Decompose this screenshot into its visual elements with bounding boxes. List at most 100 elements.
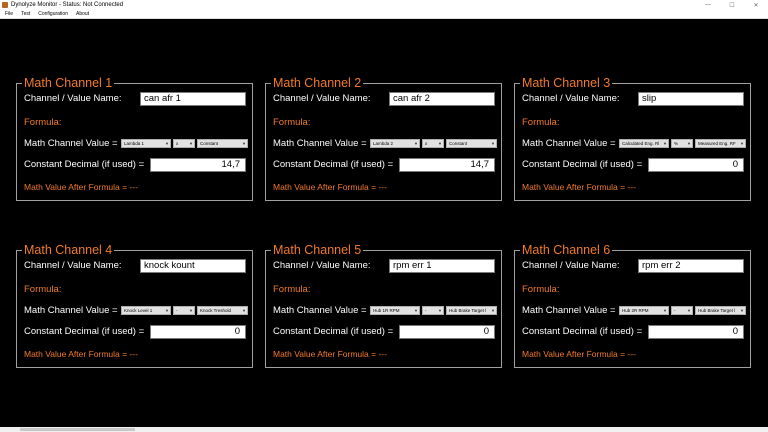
operator-select[interactable]: % ▼ [671,139,693,148]
math-value-result: Math Value After Formula = --- [24,182,138,192]
math-channel-3-group: Math Channel 3 Channel / Value Name: sli… [514,75,751,201]
group-title: Math Channel 2 [271,75,364,91]
channel-name-input[interactable]: rpm err 1 [389,259,495,273]
menu-configuration[interactable]: Configuration [38,11,68,17]
menu-file[interactable]: File [5,11,13,17]
channel-name-input[interactable]: slip [638,92,744,106]
source-channel-value: Hub 1R RPM [373,308,400,313]
constant-label: Constant Decimal (if used) = [24,326,145,337]
channel-name-input[interactable]: knock kount [140,259,246,273]
source-channel-select[interactable]: Lambda 2 ▼ [370,139,420,148]
math-value-label: Math Channel Value = [522,138,616,149]
operator-value: x [425,141,428,146]
operand-value: Knock Treshold [200,308,232,313]
operator-select[interactable]: x ▼ [173,139,195,148]
chevron-down-icon: ▼ [189,308,193,313]
math-value-label: Math Channel Value = [522,305,616,316]
title-bar: Dynolyze Monitor - Status: Not Connected… [0,0,768,10]
operand-select[interactable]: Constant ▼ [197,139,248,148]
source-channel-select[interactable]: Knock Level 1 ▼ [121,306,171,315]
source-channel-value: Hub 2R RPM [622,308,649,313]
channel-name-input[interactable]: can afr 2 [389,92,495,106]
formula-label: Formula: [273,284,311,295]
formula-label: Formula: [522,117,560,128]
operator-select[interactable]: - ▼ [422,306,444,315]
operator-value: % [674,141,679,146]
constant-label: Constant Decimal (if used) = [522,159,643,170]
operator-select[interactable]: - ▼ [671,306,693,315]
math-channel-1-group: Math Channel 1 Channel / Value Name: can… [16,75,253,201]
group-title: Math Channel 5 [271,242,364,258]
math-value-result: Math Value After Formula = --- [522,182,636,192]
constant-label: Constant Decimal (if used) = [522,326,643,337]
formula-label: Formula: [522,284,560,295]
operator-value: x [176,141,179,146]
constant-input[interactable]: 0 [648,325,744,339]
operator-select[interactable]: x ▼ [422,139,444,148]
operand-select[interactable]: Hub Brake Target l ▼ [446,306,497,315]
group-title: Math Channel 6 [520,242,613,258]
menu-about[interactable]: About [76,11,89,17]
math-value-label: Math Channel Value = [24,305,118,316]
channel-name-label: Channel / Value Name: [24,93,122,104]
chevron-down-icon: ▼ [242,308,246,313]
scrollbar-thumb[interactable] [20,428,135,431]
horizontal-scrollbar[interactable] [0,427,768,432]
chevron-down-icon: ▼ [491,308,495,313]
constant-input[interactable]: 14,7 [399,158,495,172]
constant-input[interactable]: 0 [648,158,744,172]
math-channel-6-group: Math Channel 6 Channel / Value Name: rpm… [514,242,751,368]
menu-test[interactable]: Test [21,11,30,17]
chevron-down-icon: ▼ [438,141,442,146]
math-channel-5-group: Math Channel 5 Channel / Value Name: rpm… [265,242,502,368]
chevron-down-icon: ▼ [165,141,169,146]
chevron-down-icon: ▼ [242,141,246,146]
math-value-label: Math Channel Value = [273,138,367,149]
constant-label: Constant Decimal (if used) = [273,159,394,170]
math-value-result: Math Value After Formula = --- [522,349,636,359]
operand-select[interactable]: Hub Brake Target l ▼ [695,306,746,315]
maximize-button[interactable]: ☐ [720,2,744,9]
constant-input[interactable]: 0 [399,325,495,339]
menu-bar: File Test Configuration About [0,10,768,19]
math-value-result: Math Value After Formula = --- [24,349,138,359]
channel-name-input[interactable]: rpm err 2 [638,259,744,273]
channel-name-input[interactable]: can afr 1 [140,92,246,106]
source-channel-select[interactable]: Lambda 1 ▼ [121,139,171,148]
source-channel-select[interactable]: Hub 2R RPM ▼ [619,306,669,315]
constant-input[interactable]: 14,7 [150,158,246,172]
constant-label: Constant Decimal (if used) = [273,326,394,337]
operand-select[interactable]: Knock Treshold ▼ [197,306,248,315]
source-channel-value: Knock Level 1 [124,308,153,313]
source-channel-select[interactable]: Hub 1R RPM ▼ [370,306,420,315]
math-channel-2-group: Math Channel 2 Channel / Value Name: can… [265,75,502,201]
operand-value: Measured Eng. RF [698,141,736,146]
source-channel-value: Calculated Eng. Rl [622,141,660,146]
channel-name-label: Channel / Value Name: [522,260,620,271]
chevron-down-icon: ▼ [414,308,418,313]
minimize-button[interactable]: — [696,2,720,9]
close-button[interactable]: ✕ [744,2,768,9]
operator-value: - [176,308,178,313]
math-value-label: Math Channel Value = [24,138,118,149]
operand-value: Hub Brake Target l [698,308,736,313]
group-title: Math Channel 1 [22,75,115,91]
chevron-down-icon: ▼ [687,308,691,313]
chevron-down-icon: ▼ [663,308,667,313]
channel-name-label: Channel / Value Name: [273,260,371,271]
chevron-down-icon: ▼ [189,141,193,146]
channel-name-label: Channel / Value Name: [273,93,371,104]
constant-input[interactable]: 0 [150,325,246,339]
operator-select[interactable]: - ▼ [173,306,195,315]
formula-label: Formula: [24,284,62,295]
operand-select[interactable]: Measured Eng. RF ▼ [695,139,746,148]
group-title: Math Channel 4 [22,242,115,258]
channel-name-label: Channel / Value Name: [522,93,620,104]
group-title: Math Channel 3 [520,75,613,91]
operand-value: Constant [200,141,219,146]
source-channel-select[interactable]: Calculated Eng. Rl ▼ [619,139,669,148]
formula-label: Formula: [24,117,62,128]
source-channel-value: Lambda 2 [373,141,394,146]
operand-select[interactable]: Constant ▼ [446,139,497,148]
chevron-down-icon: ▼ [687,141,691,146]
